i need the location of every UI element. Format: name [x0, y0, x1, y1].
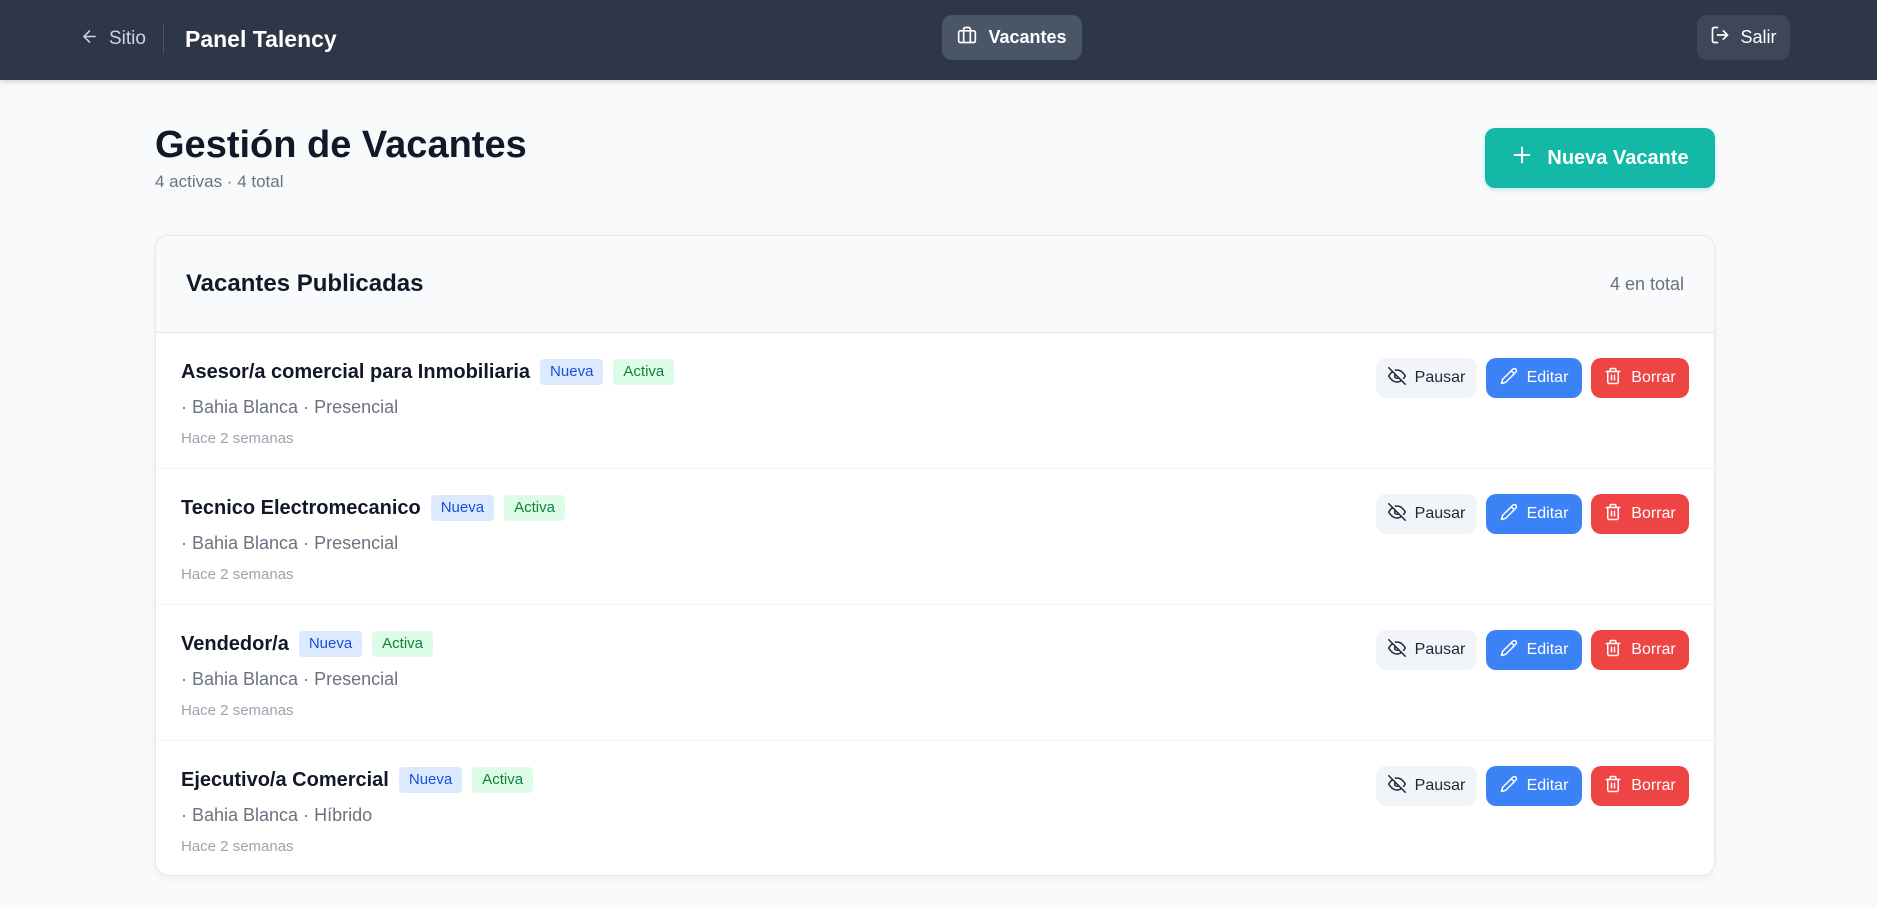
new-vacancy-button[interactable]: Nueva Vacante — [1485, 128, 1715, 188]
pencil-icon — [1500, 775, 1518, 798]
vacancy-posted-time: Hace 2 semanas — [181, 838, 294, 855]
pause-label: Pausar — [1414, 369, 1466, 386]
pause-button[interactable]: Pausar — [1376, 358, 1477, 398]
nav-tab-vacantes[interactable]: Vacantes — [942, 15, 1082, 60]
vacancy-title: Vendedor/a — [181, 632, 289, 655]
pencil-icon — [1500, 367, 1518, 390]
delete-label: Borrar — [1631, 777, 1676, 794]
vacancy-list: Asesor/a comercial para Inmobiliaria Nue… — [156, 333, 1714, 875]
pause-button[interactable]: Pausar — [1376, 766, 1477, 806]
edit-label: Editar — [1526, 777, 1569, 794]
trash-icon — [1604, 775, 1622, 798]
vacancy-row: Asesor/a comercial para Inmobiliaria Nue… — [156, 333, 1714, 469]
status-badge: Activa — [472, 767, 534, 793]
vacancy-title-line: Vendedor/a Nueva Activa — [181, 631, 434, 657]
vacancy-location-modality: · Bahia Blanca · Presencial — [181, 397, 399, 417]
edit-label: Editar — [1526, 505, 1569, 522]
delete-label: Borrar — [1631, 505, 1676, 522]
delete-button[interactable]: Borrar — [1591, 494, 1689, 534]
edit-button[interactable]: Editar — [1486, 358, 1582, 398]
trash-icon — [1604, 639, 1622, 662]
logout-label: Salir — [1740, 27, 1777, 47]
logout-button[interactable]: Salir — [1697, 15, 1790, 60]
vacancy-location-modality: · Bahia Blanca · Presencial — [181, 669, 399, 689]
vacancy-row: Vendedor/a Nueva Activa · Bahia Blanca ·… — [156, 605, 1714, 741]
vacancy-posted-time: Hace 2 semanas — [181, 702, 294, 719]
vacancy-posted-time: Hace 2 semanas — [181, 430, 294, 447]
page-title: Gestión de Vacantes — [155, 124, 527, 166]
page-subtitle: 4 activas · 4 total — [155, 172, 284, 191]
vacancy-actions: Pausar Editar Borrar — [1376, 766, 1689, 806]
vacancy-location-modality: · Bahia Blanca · Híbrido — [181, 805, 373, 825]
trash-icon — [1604, 503, 1622, 526]
nav-tab-label: Vacantes — [988, 27, 1067, 47]
eye-off-icon — [1387, 366, 1406, 390]
trash-icon — [1604, 367, 1622, 390]
arrow-left-icon — [80, 27, 99, 52]
pencil-icon — [1500, 503, 1518, 526]
status-badge: Activa — [372, 631, 434, 657]
vacancy-title-line: Tecnico Electromecanico Nueva Activa — [181, 495, 565, 521]
vacancy-actions: Pausar Editar Borrar — [1376, 494, 1689, 534]
vacancy-title: Tecnico Electromecanico — [181, 496, 421, 519]
new-vacancy-label: Nueva Vacante — [1547, 146, 1689, 169]
plus-icon — [1511, 144, 1533, 172]
delete-button[interactable]: Borrar — [1591, 630, 1689, 670]
pause-label: Pausar — [1414, 777, 1466, 794]
status-badge: Activa — [613, 359, 675, 385]
new-badge: Nueva — [430, 495, 495, 521]
panel-brand-title: Panel Talency — [185, 25, 337, 52]
log-out-icon — [1710, 25, 1730, 50]
vacancy-posted-time: Hace 2 semanas — [181, 566, 294, 583]
back-link-label: Sitio — [109, 28, 146, 49]
published-vacancies-card: Vacantes Publicadas 4 en total Asesor/a … — [155, 235, 1715, 876]
vacancy-title-line: Ejecutivo/a Comercial Nueva Activa — [181, 767, 534, 793]
eye-off-icon — [1387, 638, 1406, 662]
pause-button[interactable]: Pausar — [1376, 494, 1477, 534]
delete-label: Borrar — [1631, 641, 1676, 658]
vacancy-title: Ejecutivo/a Comercial — [181, 768, 389, 791]
card-total-count: 4 en total — [1609, 273, 1684, 294]
pause-label: Pausar — [1414, 641, 1466, 658]
topbar-divider — [163, 24, 164, 54]
edit-button[interactable]: Editar — [1486, 630, 1582, 670]
back-to-site-link[interactable]: Sitio — [80, 26, 146, 52]
edit-button[interactable]: Editar — [1486, 494, 1582, 534]
edit-button[interactable]: Editar — [1486, 766, 1582, 806]
vacancy-actions: Pausar Editar Borrar — [1376, 358, 1689, 398]
briefcase-icon — [957, 25, 977, 50]
edit-label: Editar — [1526, 369, 1569, 386]
card-title: Vacantes Publicadas — [186, 270, 424, 297]
delete-label: Borrar — [1631, 369, 1676, 386]
new-badge: Nueva — [540, 359, 604, 385]
new-badge: Nueva — [298, 631, 363, 657]
new-badge: Nueva — [398, 767, 463, 793]
status-badge: Activa — [504, 495, 565, 521]
vacancy-row: Ejecutivo/a Comercial Nueva Activa · Bah… — [156, 741, 1714, 875]
vacancy-actions: Pausar Editar Borrar — [1376, 630, 1689, 670]
pause-label: Pausar — [1414, 505, 1466, 522]
eye-off-icon — [1387, 774, 1406, 798]
pause-button[interactable]: Pausar — [1376, 630, 1477, 670]
vacancy-title: Asesor/a comercial para Inmobiliaria — [181, 360, 531, 383]
top-navigation-bar: Sitio Panel Talency Vacantes Salir — [0, 0, 1877, 80]
vacancy-title-line: Asesor/a comercial para Inmobiliaria Nue… — [181, 359, 675, 385]
edit-label: Editar — [1526, 641, 1569, 658]
vacancy-location-modality: · Bahia Blanca · Presencial — [181, 533, 399, 553]
delete-button[interactable]: Borrar — [1591, 358, 1689, 398]
card-header: Vacantes Publicadas 4 en total — [156, 236, 1714, 333]
vacancy-row: Tecnico Electromecanico Nueva Activa · B… — [156, 469, 1714, 605]
delete-button[interactable]: Borrar — [1591, 766, 1689, 806]
pencil-icon — [1500, 639, 1518, 662]
eye-off-icon — [1387, 502, 1406, 526]
